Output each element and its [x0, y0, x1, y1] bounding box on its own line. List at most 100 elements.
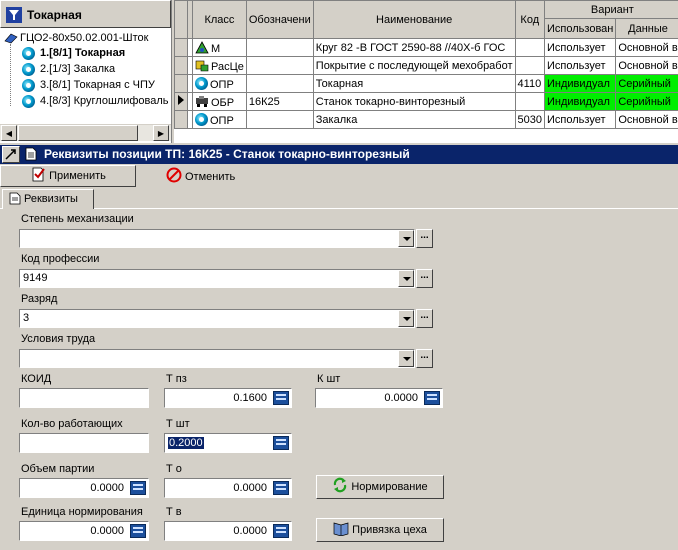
- column-header-usage[interactable]: Использован: [544, 18, 617, 39]
- mechanization-select[interactable]: [19, 229, 415, 248]
- table-row[interactable]: ОПР Закалка 5030 Использует Основной в: [174, 110, 678, 129]
- table-cell-data: Основной в: [615, 56, 678, 75]
- batch-field[interactable]: 0.0000: [19, 478, 149, 498]
- chevron-down-icon[interactable]: [398, 350, 414, 367]
- current-row-indicator[interactable]: [174, 92, 188, 111]
- shop-binding-button[interactable]: Привязка цеха: [316, 518, 444, 542]
- table-row[interactable]: М Круг 82 -В ГОСТ 2590-88 //40Х-б ГОС Ис…: [174, 38, 678, 57]
- tree-horizontal-scrollbar[interactable]: ◀ ▶: [0, 124, 171, 141]
- shop-binding-label: Привязка цеха: [352, 524, 427, 536]
- koid-field[interactable]: [19, 388, 149, 408]
- table-row-current[interactable]: ОБР 16К25 Станок токарно-винторезный Инд…: [174, 92, 678, 111]
- details-title: Реквизиты позиции ТП: 16К25 - Станок ток…: [44, 147, 410, 161]
- operation-tree[interactable]: Токарная ГЦО2-80х50.02.001-Шток 1.[8/1] …: [0, 0, 172, 143]
- book-icon: [333, 522, 349, 536]
- calculator-icon[interactable]: [273, 481, 289, 495]
- operation-icon: [195, 112, 208, 126]
- table-cell-data: Серийный: [615, 92, 678, 111]
- table-cell-name: Станок токарно-винторезный: [312, 92, 516, 111]
- column-header-class[interactable]: Класс: [192, 0, 247, 39]
- column-header-designation[interactable]: Обозначени: [245, 0, 314, 39]
- table-cell-data: Основной в: [615, 110, 678, 129]
- chevron-down-icon[interactable]: [398, 230, 414, 247]
- table-row[interactable]: РасЦе Покрытие с последующей мехобработ …: [174, 56, 678, 75]
- scroll-right-button[interactable]: ▶: [153, 125, 169, 141]
- profession-ellipsis-button[interactable]: ...: [416, 269, 433, 288]
- table-cell-name: Закалка: [312, 110, 516, 129]
- calculator-icon[interactable]: [130, 524, 146, 538]
- chevron-down-icon[interactable]: [398, 310, 414, 327]
- row-indicator[interactable]: [174, 56, 188, 75]
- pin-icon: [5, 149, 16, 160]
- column-header-name[interactable]: Наименование: [312, 0, 516, 39]
- calculator-icon[interactable]: [130, 481, 146, 495]
- column-header-data[interactable]: Данные: [615, 18, 678, 39]
- tree-item-3[interactable]: 3.[8/1] Токарная с ЧПУ: [0, 77, 170, 93]
- row-header-corner: [174, 0, 188, 39]
- table-cell-code: 5030: [514, 110, 546, 129]
- unit-field[interactable]: 0.0000: [19, 521, 149, 541]
- tree-item-1[interactable]: 1.[8/1] Токарная: [0, 45, 170, 61]
- workers-field[interactable]: [19, 433, 149, 453]
- table-cell-data: Основной в: [615, 38, 678, 57]
- to-label: Т о: [166, 463, 182, 475]
- rank-select[interactable]: 3: [19, 309, 415, 328]
- kpcs-field[interactable]: 0.0000: [315, 388, 443, 408]
- apply-button[interactable]: Применить: [0, 165, 136, 187]
- table-cell-class: ОПР: [192, 110, 247, 129]
- table-row[interactable]: ОПР Токарная 4110 Индивидуал Серийный: [174, 74, 678, 93]
- table-cell-class: РасЦе: [192, 56, 247, 75]
- column-header-code[interactable]: Код: [514, 0, 546, 39]
- calculator-icon[interactable]: [424, 391, 440, 405]
- tpz-field[interactable]: 0.1600: [164, 388, 292, 408]
- operation-icon: [22, 63, 35, 76]
- tree-header-title: Токарная: [27, 8, 82, 22]
- tpz-label: Т пз: [166, 373, 187, 385]
- chevron-down-icon[interactable]: [398, 270, 414, 287]
- tpcs-field[interactable]: 0.2000: [164, 433, 292, 453]
- structure-grid[interactable]: Класс Обозначени Наименование Код Вариан…: [174, 0, 678, 143]
- rank-ellipsis-button[interactable]: ...: [416, 309, 433, 328]
- tree-header[interactable]: Токарная: [0, 0, 171, 28]
- operation-icon: [22, 95, 35, 108]
- tv-field[interactable]: 0.0000: [164, 521, 292, 541]
- document-icon: [25, 147, 37, 161]
- conditions-select[interactable]: [19, 349, 415, 368]
- scroll-left-button[interactable]: ◀: [1, 125, 17, 141]
- filter-icon[interactable]: [6, 7, 22, 23]
- table-cell-usage: Использует: [544, 56, 617, 75]
- column-header-variant[interactable]: Вариант: [544, 0, 678, 19]
- row-indicator[interactable]: [174, 74, 188, 93]
- operation-icon: [22, 47, 35, 60]
- batch-label: Объем партии: [21, 463, 95, 475]
- pin-button[interactable]: [2, 146, 20, 163]
- conditions-ellipsis-button[interactable]: ...: [416, 349, 433, 368]
- table-cell-class: ОПР: [192, 74, 247, 93]
- tree-root-item[interactable]: ГЦО2-80х50.02.001-Шток: [0, 30, 170, 46]
- calculator-icon[interactable]: [273, 524, 289, 538]
- operation-icon: [195, 76, 208, 90]
- to-field[interactable]: 0.0000: [164, 478, 292, 498]
- normalization-button[interactable]: Нормирование: [316, 475, 444, 499]
- normalization-label: Нормирование: [351, 481, 428, 493]
- tree-item-4[interactable]: 4.[8/3] Круглошлифоваль: [0, 93, 170, 109]
- table-cell-code: [514, 56, 546, 75]
- rank-label: Разряд: [21, 293, 58, 305]
- profession-select[interactable]: 9149: [19, 269, 415, 288]
- cancel-button[interactable]: Отменить: [166, 167, 266, 187]
- table-cell-usage: Использует: [544, 38, 617, 57]
- mechanization-ellipsis-button[interactable]: ...: [416, 229, 433, 248]
- table-cell-usage: Индивидуал: [544, 92, 617, 111]
- table-cell-code: [514, 92, 546, 111]
- row-indicator[interactable]: [174, 38, 188, 57]
- table-cell-usage: Индивидуал: [544, 74, 617, 93]
- tab-requisites[interactable]: Реквизиты: [2, 189, 94, 209]
- tree-item-2[interactable]: 2.[1/3] Закалка: [0, 61, 170, 77]
- scroll-thumb[interactable]: [18, 125, 138, 141]
- tpcs-label: Т шт: [166, 418, 190, 430]
- calculator-icon[interactable]: [273, 391, 289, 405]
- calculator-icon[interactable]: [273, 436, 289, 450]
- equipment-icon: [196, 95, 208, 107]
- row-indicator[interactable]: [174, 110, 188, 129]
- table-cell-designation: [245, 38, 314, 57]
